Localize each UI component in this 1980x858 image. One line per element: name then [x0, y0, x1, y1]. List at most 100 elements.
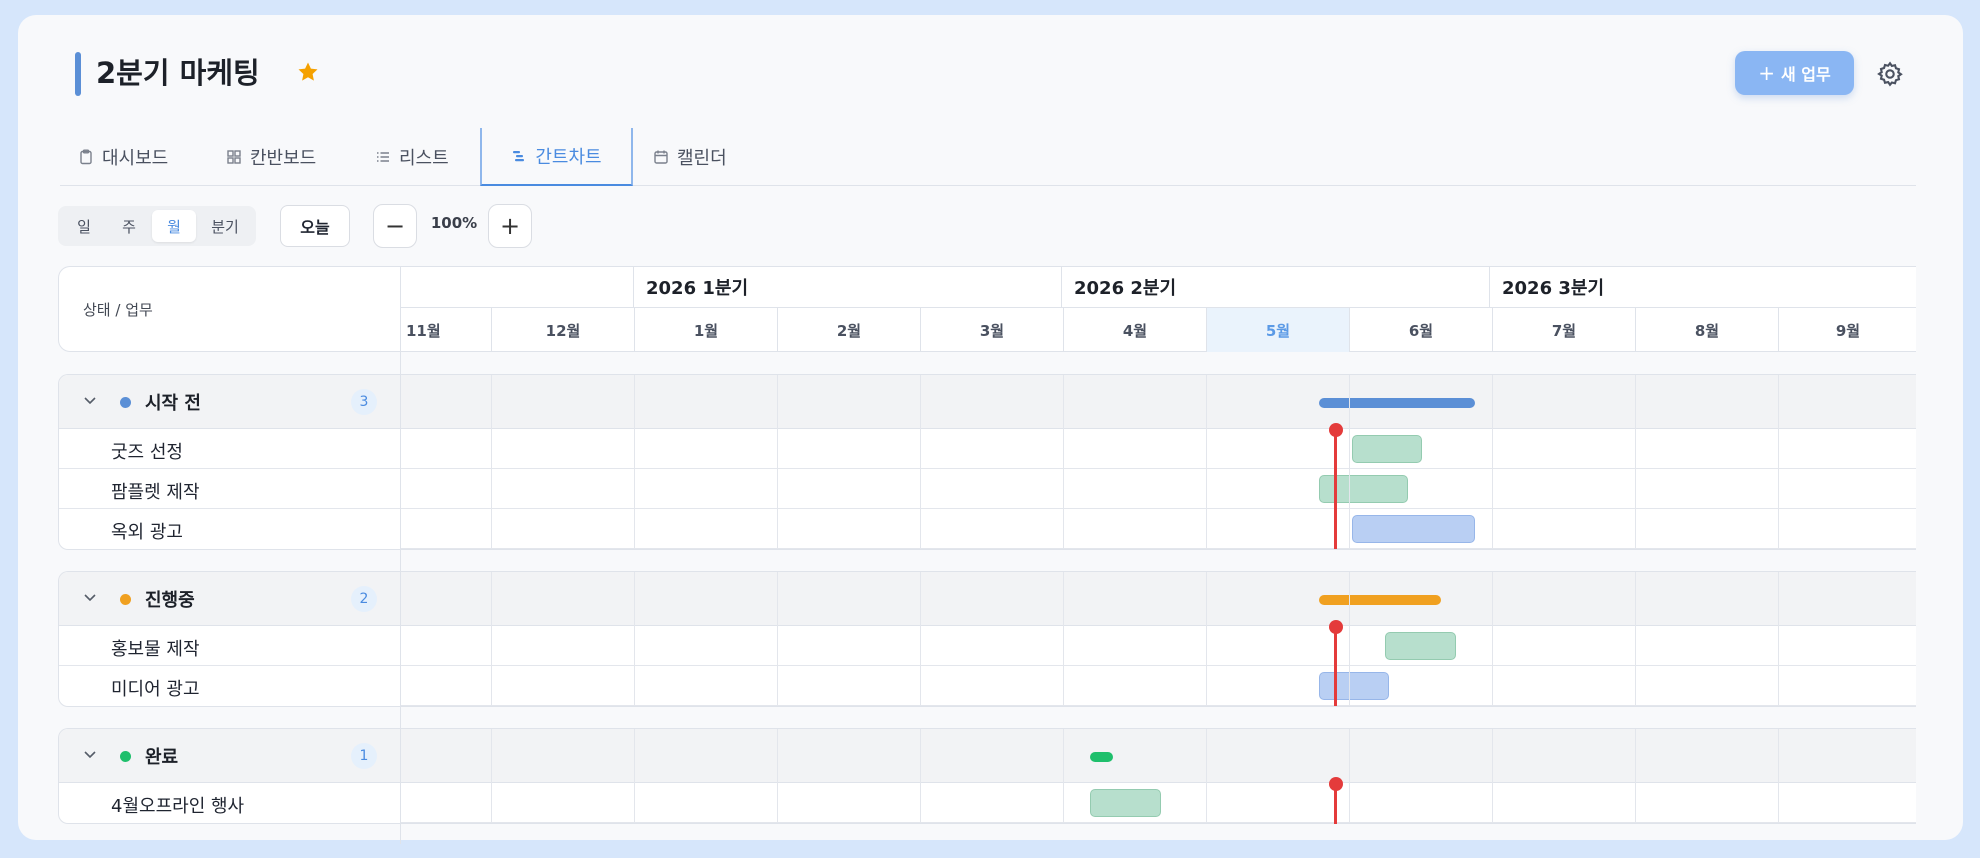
- time-scale-selector: 일 주 월 분기: [58, 206, 256, 246]
- scale-month[interactable]: 월: [152, 210, 196, 242]
- scale-day[interactable]: 일: [62, 210, 106, 242]
- new-task-button[interactable]: + 새 업무: [1735, 51, 1854, 95]
- group-header[interactable]: 시작 전 3: [59, 375, 401, 429]
- task-row[interactable]: 4월오프라인 행사: [59, 783, 401, 823]
- month-grid-line: [777, 375, 778, 549]
- group-header[interactable]: 완료 1: [59, 729, 401, 783]
- star-icon[interactable]: [296, 60, 320, 84]
- timeline-row: [401, 429, 1916, 469]
- minus-icon: −: [384, 212, 406, 240]
- group-count-badge: 1: [351, 743, 377, 769]
- task-row[interactable]: 미디어 광고: [59, 666, 401, 706]
- month-grid-line: [634, 375, 635, 549]
- group-summary-bar[interactable]: [1319, 595, 1441, 605]
- group-timeline: [400, 374, 1916, 550]
- tab-kanban[interactable]: 칸반보드: [226, 128, 316, 186]
- task-name: 4월오프라인 행사: [111, 796, 245, 817]
- month-grid-line: [491, 729, 492, 823]
- month-label: 9월: [1778, 308, 1917, 352]
- month-label: 4월: [1063, 308, 1206, 352]
- grid-icon: [227, 150, 241, 164]
- timeline-row: [401, 626, 1916, 666]
- task-row[interactable]: 굿즈 선정: [59, 429, 401, 469]
- task-name: 굿즈 선정: [111, 442, 183, 463]
- tab-label: 캘린더: [677, 148, 727, 169]
- group-summary-bar[interactable]: [1319, 398, 1475, 408]
- group-spacer: [400, 549, 1916, 571]
- group-header[interactable]: 진행중 2: [59, 572, 401, 626]
- month-grid-line: [1349, 572, 1350, 706]
- task-row[interactable]: 팜플렛 제작: [59, 469, 401, 509]
- tab-calendar[interactable]: 캘린더: [653, 128, 727, 186]
- month-grid-line: [1063, 375, 1064, 549]
- month-grid-line: [634, 729, 635, 823]
- plus-icon: +: [1758, 61, 1776, 85]
- group-spacer: [400, 824, 1916, 844]
- gear-icon[interactable]: [1876, 60, 1904, 88]
- today-button[interactable]: 오늘: [280, 205, 350, 247]
- page-title: 2분기 마케팅: [96, 56, 260, 90]
- group-spacer: [400, 706, 1916, 728]
- scale-week[interactable]: 주: [107, 210, 151, 242]
- month-grid-line: [1063, 572, 1064, 706]
- month-grid-line: [1778, 572, 1779, 706]
- chevron-down-icon[interactable]: [83, 750, 97, 760]
- tab-dashboard[interactable]: 대시보드: [78, 128, 168, 186]
- month-grid-line: [634, 572, 635, 706]
- month-label-current: 5월: [1206, 308, 1349, 352]
- status-group-done: 완료 1 4월오프라인 행사: [58, 728, 1916, 824]
- task-row[interactable]: 홍보물 제작: [59, 626, 401, 666]
- group-name: 진행중: [145, 590, 195, 611]
- zoom-out-button[interactable]: −: [373, 204, 417, 248]
- task-bar[interactable]: [1319, 672, 1389, 700]
- status-group-not-started: 시작 전 3 굿즈 선정 팜플렛 제작 옥외 광고: [58, 374, 1916, 550]
- month-grid-line: [1206, 572, 1207, 706]
- month-label: 6월: [1349, 308, 1492, 352]
- group-count-badge: 2: [351, 586, 377, 612]
- scale-quarter[interactable]: 분기: [198, 210, 252, 242]
- group-task-list: 완료 1 4월오프라인 행사: [58, 728, 401, 824]
- month-grid-line: [1492, 729, 1493, 823]
- month-grid-line: [491, 572, 492, 706]
- today-line: [1334, 627, 1337, 706]
- task-bar[interactable]: [1352, 435, 1422, 463]
- chevron-down-icon[interactable]: [83, 396, 97, 406]
- today-marker: [1329, 423, 1343, 437]
- task-bar[interactable]: [1090, 789, 1161, 817]
- month-label: 3월: [920, 308, 1063, 352]
- timeline-row: [401, 783, 1916, 823]
- tab-label: 간트차트: [535, 147, 602, 168]
- group-timeline: [400, 728, 1916, 824]
- today-marker: [1329, 620, 1343, 634]
- calendar-icon: [654, 150, 668, 164]
- new-task-label: 새 업무: [1781, 65, 1831, 84]
- month-grid-line: [491, 375, 492, 549]
- month-label: 11월: [406, 321, 441, 340]
- task-bar[interactable]: [1352, 515, 1475, 543]
- task-bar[interactable]: [1385, 632, 1456, 660]
- group-name: 시작 전: [145, 393, 201, 414]
- month-label: 8월: [1635, 308, 1778, 352]
- task-name: 미디어 광고: [111, 679, 200, 700]
- today-marker: [1329, 777, 1343, 791]
- task-bar[interactable]: [1319, 475, 1408, 503]
- month-grid-line: [920, 375, 921, 549]
- group-summary-bar[interactable]: [1090, 752, 1113, 762]
- month-grid-line: [777, 572, 778, 706]
- tab-gantt[interactable]: 간트차트: [480, 128, 633, 186]
- zoom-in-button[interactable]: +: [488, 204, 532, 248]
- month-grid-line: [1349, 729, 1350, 823]
- timeline-row: [401, 509, 1916, 549]
- task-row[interactable]: 옥외 광고: [59, 509, 401, 549]
- quarter-label: 2026 3분기: [1489, 267, 1917, 308]
- group-task-list: 시작 전 3 굿즈 선정 팜플렛 제작 옥외 광고: [58, 374, 401, 550]
- tab-list[interactable]: 리스트: [375, 128, 449, 186]
- group-count-badge: 3: [351, 389, 377, 415]
- month-grid-line: [1206, 729, 1207, 823]
- month-grid-line: [1635, 729, 1636, 823]
- list-icon: [377, 152, 389, 162]
- quarter-row: 2026 1분기 2026 2분기 2026 3분기: [401, 267, 1916, 308]
- status-dot: [120, 751, 131, 762]
- chevron-down-icon[interactable]: [83, 593, 97, 603]
- quarter-label: 2026 1분기: [633, 267, 1061, 308]
